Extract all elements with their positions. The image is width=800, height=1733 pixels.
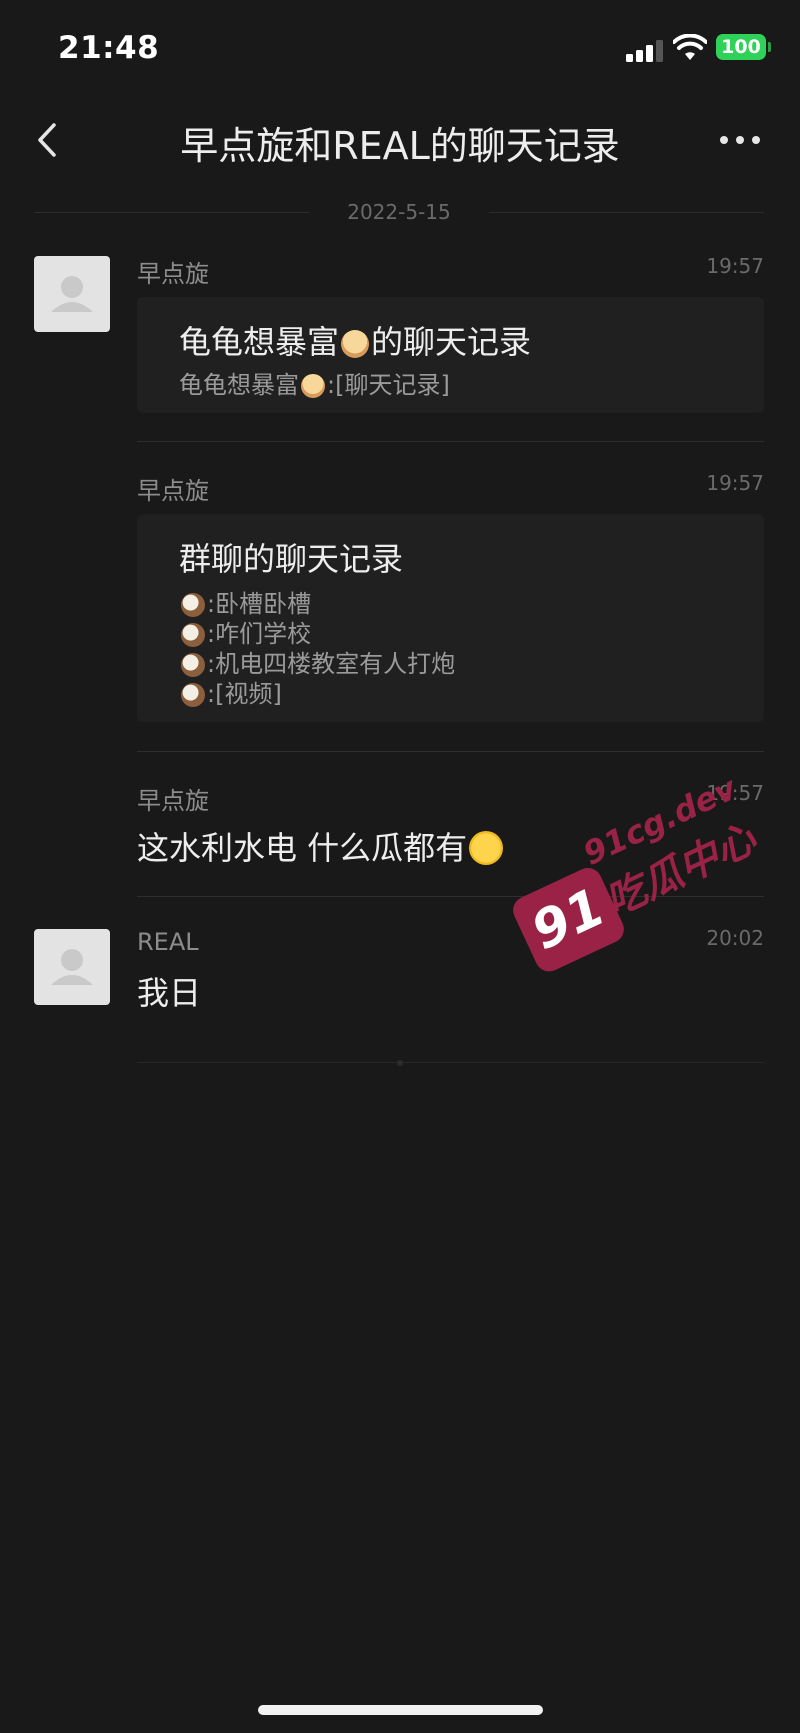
avatar[interactable] bbox=[34, 256, 110, 332]
message-time: 19:57 bbox=[706, 254, 764, 278]
divider-line-right bbox=[489, 212, 764, 213]
default-avatar-icon bbox=[51, 276, 93, 312]
card-line-prefix: 龟龟想暴富 bbox=[179, 371, 299, 399]
card-title-prefix: 龟龟想暴富 bbox=[179, 323, 340, 361]
message-time: 19:57 bbox=[706, 471, 764, 495]
battery-indicator: 100 bbox=[716, 34, 766, 60]
message-separator bbox=[137, 1062, 764, 1063]
person-raising-hand-emoji bbox=[341, 330, 370, 358]
chat-record-card[interactable]: 龟龟想暴富 的聊天记录 龟龟想暴富:[聊天记录] bbox=[137, 297, 764, 413]
battery-tip bbox=[768, 42, 771, 52]
default-avatar-icon bbox=[51, 949, 93, 985]
avatar[interactable] bbox=[34, 929, 110, 1005]
card-title: 群聊的聊天记录 bbox=[179, 540, 404, 578]
watermark: 91 91cg.dev 吃瓜中心 bbox=[470, 734, 790, 1025]
message-text: 这水利水电 什么瓜都有 bbox=[137, 823, 505, 869]
sender-name: REAL bbox=[137, 928, 199, 956]
scroll-dot bbox=[397, 1060, 403, 1066]
home-indicator[interactable] bbox=[258, 1705, 543, 1715]
sender-name: 早点旋 bbox=[137, 260, 209, 288]
chat-record-card[interactable]: 群聊的聊天记录 :卧槽卧槽 :咋们学校 :机电四楼教室有人打炮 :[视频] bbox=[137, 514, 764, 722]
message-text-content: 这水利水电 什么瓜都有 bbox=[137, 829, 468, 867]
date-divider: 2022-5-15 bbox=[34, 198, 764, 228]
card-preview-line: :[视频] bbox=[179, 674, 282, 709]
message-text: 我日 bbox=[137, 974, 202, 1012]
card-preview-line: 龟龟想暴富 :[聊天记录] bbox=[179, 365, 450, 400]
message-separator bbox=[137, 441, 764, 442]
coconut-emoji bbox=[181, 683, 205, 707]
card-line-suffix: :[聊天记录] bbox=[327, 371, 450, 399]
person-raising-hand-emoji bbox=[301, 374, 325, 398]
status-bar: 21:48 100 bbox=[0, 0, 800, 90]
wifi-icon bbox=[673, 34, 707, 60]
signal-icon bbox=[626, 38, 664, 62]
nav-bar: 早点旋和REAL的聊天记录 bbox=[0, 95, 800, 185]
card-title-suffix: 的聊天记录 bbox=[371, 323, 532, 361]
card-title: 龟龟想暴富 的聊天记录 bbox=[179, 317, 531, 363]
sender-name: 早点旋 bbox=[137, 477, 209, 505]
page-title: 早点旋和REAL的聊天记录 bbox=[180, 124, 620, 168]
more-dots-icon[interactable] bbox=[716, 130, 764, 150]
sender-name: 早点旋 bbox=[137, 787, 209, 815]
card-line-text: :[视频] bbox=[207, 680, 282, 708]
status-time: 21:48 bbox=[58, 30, 160, 66]
